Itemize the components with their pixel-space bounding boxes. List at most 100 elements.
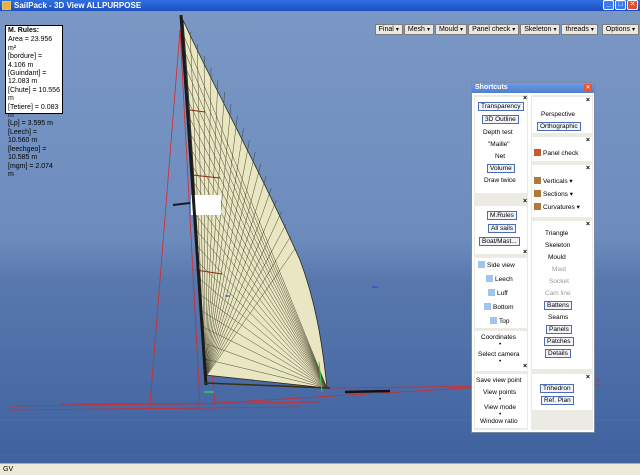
reference-section-close[interactable]: ×	[586, 374, 590, 381]
sections-item[interactable]: Sections ▾	[534, 190, 573, 198]
status-text: GV	[3, 466, 14, 473]
info-section-close[interactable]: ×	[523, 198, 527, 205]
threads-menu[interactable]: threads ▾	[561, 24, 598, 35]
top-view-item[interactable]: Top	[490, 317, 509, 325]
mrules-line: Area = 23.956 m²	[8, 36, 53, 52]
panel-check-section-close[interactable]: ×	[586, 137, 590, 144]
3d-outline-button[interactable]: 3D Outline	[482, 115, 519, 124]
patches-button[interactable]: Patches	[544, 337, 574, 346]
save-view-point-item[interactable]: Save view point	[476, 377, 522, 384]
curvatures-label: Curvatures	[543, 204, 575, 211]
maximize-button[interactable]: □	[615, 0, 626, 10]
chevron-down-icon: ▾	[553, 27, 557, 33]
deck-fitting	[344, 389, 391, 394]
side-view-label: Side view	[487, 262, 515, 269]
spreader	[172, 202, 191, 206]
chevron-down-icon: ▾	[576, 204, 580, 211]
verticals-icon	[534, 177, 541, 184]
sections-label: Sections	[543, 191, 568, 198]
bottom-view-icon	[484, 303, 491, 310]
mrules-line: [bordure] = 4.106 m	[8, 53, 43, 69]
battens-button[interactable]: Battens	[544, 301, 573, 310]
mould-item[interactable]: Mould	[548, 254, 566, 261]
luff-view-icon	[488, 289, 495, 296]
view-mode-item[interactable]: View mode	[484, 404, 516, 411]
title-bar: SailPack - 3D View ALLPURPOSE _ □ ✕	[0, 0, 640, 11]
projection-section: × Perspective Orthographic	[532, 97, 592, 133]
socket-item: Socket	[549, 278, 569, 285]
minimize-button[interactable]: _	[603, 0, 614, 10]
trihedron-button[interactable]: Trihedron	[540, 384, 574, 393]
reference-section: × Trihedron Ref. Plan	[532, 374, 592, 410]
all-sails-button[interactable]: All sails	[488, 224, 517, 233]
threads-label: threads	[565, 26, 589, 33]
mrules-line: [Chute] = 10.556 m	[8, 86, 60, 103]
triangle-item[interactable]: Triangle	[545, 230, 568, 237]
mrules-line: [mgm] = 2.074 m	[8, 162, 53, 178]
final-label: Final	[378, 26, 394, 33]
final-menu[interactable]: Final ▾	[374, 24, 403, 35]
analysis-section-close[interactable]: ×	[586, 165, 590, 172]
coordinates-item[interactable]: Coordinates	[481, 334, 516, 341]
chevron-down-icon: ▾	[569, 178, 573, 185]
shortcuts-right-column: × Perspective Orthographic × Panel check…	[531, 95, 593, 430]
mould-menu[interactable]: Mould ▾	[434, 24, 468, 35]
mrules-panel: M. Rules: Area = 23.956 m² [bordure] = 4…	[5, 25, 63, 178]
ref-plan-button[interactable]: Ref. Plan	[541, 396, 574, 405]
panels-button[interactable]: Panels	[546, 325, 572, 334]
skeleton-menu[interactable]: Skeleton ▾	[520, 24, 561, 35]
3d-viewport[interactable]: Final ▾ Mesh ▾ Mould ▾ Panel check ▾ Skeleto…	[0, 11, 640, 463]
shortcuts-header: Shortcuts ✕	[472, 83, 594, 93]
display-items-section-close[interactable]: ×	[586, 221, 590, 228]
shortcuts-close-button[interactable]: ✕	[584, 84, 592, 92]
window-ratio-item[interactable]: Window ratio	[480, 418, 518, 425]
app-icon	[2, 1, 11, 10]
maille-item[interactable]: "Maille"	[488, 141, 510, 148]
verticals-label: Verticals	[543, 178, 568, 185]
curvatures-item[interactable]: Curvatures ▾	[534, 203, 580, 211]
panel-check-item[interactable]: Panel check	[534, 149, 578, 157]
mrules-button[interactable]: M.Rules	[487, 211, 517, 220]
shortcuts-title: Shortcuts	[475, 84, 508, 91]
side-view-icon	[478, 261, 485, 268]
toolbar: Final ▾ Mesh ▾ Mould ▾ Panel check ▾ Skeleto…	[374, 24, 639, 35]
sail	[182, 19, 328, 389]
perspective-item[interactable]: Perspective	[541, 111, 575, 118]
coordinates-dot: •	[499, 341, 502, 348]
viewpoint-section-close[interactable]: ×	[523, 363, 527, 370]
seams-item[interactable]: Seams	[548, 314, 568, 321]
view-points-item[interactable]: View points	[483, 389, 516, 396]
orthographic-button[interactable]: Orthographic	[537, 122, 581, 131]
side-view-item[interactable]: Side view	[478, 261, 515, 269]
left-column-close[interactable]: ×	[523, 95, 527, 102]
select-camera-item[interactable]: Select camera	[478, 351, 520, 358]
chevron-down-icon: ▾	[460, 27, 464, 33]
draw-twice-item[interactable]: Draw twice	[484, 177, 516, 184]
shortcuts-left-column: Transparency 3D Outline Depth test "Mail…	[474, 95, 528, 430]
bottom-view-item[interactable]: Bottom	[484, 303, 514, 311]
window-controls: _ □ ✕	[603, 0, 638, 10]
views-section-close[interactable]: ×	[523, 249, 527, 256]
verticals-item[interactable]: Verticals ▾	[534, 177, 573, 185]
volume-button[interactable]: Volume	[487, 164, 515, 173]
leech-view-item[interactable]: Leech	[486, 275, 513, 283]
chevron-down-icon: ▾	[569, 191, 574, 198]
skeleton-item[interactable]: Skeleton	[545, 242, 570, 249]
luff-view-item[interactable]: Luff	[488, 289, 508, 297]
depth-test-item[interactable]: Depth test	[483, 129, 513, 136]
close-button[interactable]: ✕	[627, 0, 638, 10]
transparency-button[interactable]: Transparency	[478, 102, 524, 111]
luff-view-label: Luff	[497, 290, 508, 297]
panel-check-label: Panel check	[472, 26, 511, 33]
chevron-down-icon: ▾	[512, 27, 516, 33]
mesh-menu[interactable]: Mesh ▾	[403, 24, 434, 35]
panel-check-menu[interactable]: Panel check ▾	[468, 24, 520, 35]
display-section: Transparency 3D Outline Depth test "Mail…	[475, 97, 527, 193]
details-button[interactable]: Details	[545, 349, 571, 358]
options-menu[interactable]: Options ▾	[601, 24, 639, 35]
net-item[interactable]: Net	[495, 153, 505, 160]
projection-section-close[interactable]: ×	[586, 97, 590, 104]
leech-view-icon	[486, 275, 493, 282]
skeleton-label: Skeleton	[524, 26, 552, 33]
boat-mast-button[interactable]: Boat/Mast...	[479, 237, 520, 246]
